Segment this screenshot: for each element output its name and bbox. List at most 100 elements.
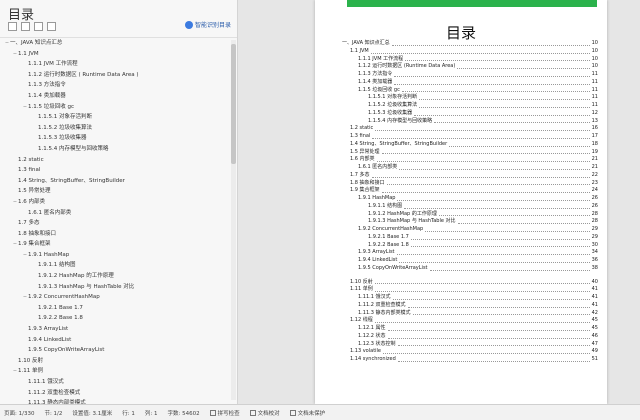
nav-item-label: 1.1.2 运行时数据区 ( Runtime Data Area ) [28, 71, 139, 78]
toc-entry[interactable]: 1.6.1 匿名内部类 21 [342, 164, 598, 172]
toc-entry[interactable]: 1.11.3 静态内部类模式 42 [342, 310, 598, 318]
nav-item[interactable]: 1.9.4 LinkedList [0, 335, 229, 346]
nav-item[interactable]: 1.11.2 双重检查模式 [0, 388, 229, 399]
toc-entry[interactable]: 1.9.1.1 结构图 26 [342, 203, 598, 211]
toc-entry[interactable]: 1.12.1 属性 45 [342, 325, 598, 333]
nav-item[interactable]: 1.5 异常处理 [0, 186, 229, 197]
nav-item[interactable]: −1.9 集合框架 [0, 239, 229, 250]
nav-item[interactable]: 1.3 final [0, 165, 229, 176]
toc-navigation-pane: 目录 智能识别目录 − 一、JAVA 知识点汇总 −1.1 JVM 1.1.1 JVM… [0, 0, 238, 404]
nav-item[interactable]: 1.7 多态 [0, 218, 229, 229]
toc-entry[interactable]: 1.1.5.2 垃圾收集算法 11 [342, 102, 598, 110]
nav-item[interactable]: 1.1.5.4 内存模型与回收策略 [0, 144, 229, 155]
nav-item[interactable]: 1.1.4 类加载器 [0, 91, 229, 102]
nav-item[interactable]: 1.1.5.1 对象存活判断 [0, 112, 229, 123]
nav-item[interactable]: −1.1.5 垃圾回收 gc [0, 102, 229, 113]
toc-entry[interactable]: 1.9 集合框架 24 [342, 187, 598, 195]
toc-entry[interactable]: 1.9.1 HashMap 26 [342, 195, 598, 203]
collapse-all-icon[interactable] [21, 22, 30, 31]
toc-entry[interactable]: 1.4 String、StringBuffer、StringBuilder 18 [342, 141, 598, 149]
toc-entry-title: 1.6 内部类 [350, 156, 375, 163]
toc-entry-page: 45 [591, 325, 598, 331]
toc-entry[interactable]: 1.9.1.3 HashMap 与 HashTable 对比 28 [342, 218, 598, 226]
toc-entry-page: 10 [591, 40, 598, 46]
nav-item-label: 1.9.1.2 HashMap 的工作原理 [38, 273, 114, 280]
nav-item[interactable]: 1.8 抽象和接口 [0, 229, 229, 240]
nav-item[interactable]: 1.6.1 匿名内部类 [0, 208, 229, 219]
toc-entry-title: 1.12.1 属性 [358, 325, 386, 331]
nav-item[interactable]: 1.1.3 方法指令 [0, 80, 229, 91]
nav-item[interactable]: 1.1.5.3 垃圾收集器 [0, 133, 229, 144]
nav-item[interactable]: 1.9.1.2 HashMap 的工作原理 [0, 271, 229, 282]
toc-entry[interactable]: 1.7 多态 22 [342, 172, 598, 180]
nav-item[interactable]: 1.1.2 运行时数据区 ( Runtime Data Area ) [0, 70, 229, 81]
toc-entry[interactable]: 1.11.1 饿汉式 41 [342, 294, 598, 302]
nav-item[interactable]: 1.9.1.1 结构图 [0, 260, 229, 271]
toc-entry[interactable]: 1.12 线程 45 [342, 317, 598, 325]
nav-item[interactable]: −1.9.1 HashMap [0, 250, 229, 261]
toc-entry[interactable]: 1.1.3 方法指令 11 [342, 71, 598, 79]
toc-entry[interactable]: 1.9.2.2 Base 1.8 30 [342, 242, 598, 250]
toc-entry[interactable]: 1.1 JVM 10 [342, 48, 598, 56]
nav-item[interactable]: −1.6 内部类 [0, 197, 229, 208]
nav-item[interactable]: 1.2 static [0, 155, 229, 166]
toc-entry[interactable]: 1.12.2 状态 46 [342, 333, 598, 341]
nav-item-label: 1.5 异常处理 [18, 188, 51, 195]
toc-entry[interactable]: 1.12.3 状态控制 47 [342, 341, 598, 349]
toc-entry[interactable]: 1.1.5.1 对象存活判断 11 [342, 94, 598, 102]
smart-toc-button[interactable]: 智能识别目录 [184, 20, 231, 29]
nav-item[interactable]: 1.11.1 饿汉式 [0, 377, 229, 388]
status-page[interactable]: 页面: 1/330 [4, 409, 34, 417]
toc-entry[interactable]: 1.8 抽象和接口 23 [342, 180, 598, 188]
nav-item[interactable]: 1.10 反射 [0, 356, 229, 367]
nav-item[interactable]: −1.11 单例 [0, 366, 229, 377]
toc-entry[interactable]: 1.11.2 双重检查模式 41 [342, 302, 598, 310]
nav-item[interactable]: 1.1.5.2 垃圾收集算法 [0, 123, 229, 134]
nav-item-label: 1.1.5.3 垃圾收集器 [38, 135, 87, 142]
nav-item[interactable]: −1.1 JVM [0, 49, 229, 60]
nav-item[interactable]: 1.9.1.3 HashMap 与 HashTable 对比 [0, 282, 229, 293]
toc-entry[interactable]: 1.9.3 ArrayList 34 [342, 249, 598, 257]
nav-item[interactable]: 1.4 String、StringBuffer、StringBuilder [0, 176, 229, 187]
toc-entry[interactable]: 1.5 异常处理 19 [342, 149, 598, 157]
level-up-icon[interactable] [34, 22, 43, 31]
toc-entry[interactable]: 1.10 反射 40 [342, 279, 598, 287]
nav-item-label: 1.1.3 方法指令 [28, 82, 66, 89]
expand-all-icon[interactable] [8, 22, 17, 31]
toc-entry[interactable]: 1.2 static 16 [342, 125, 598, 133]
level-down-icon[interactable] [47, 22, 56, 31]
nav-item[interactable]: − 一、JAVA 知识点汇总 [0, 38, 229, 49]
toc-leader-dots [405, 56, 590, 62]
toc-entry[interactable]: 1.9.5 CopyOnWriteArrayList 38 [342, 265, 598, 273]
toc-leader-dots [419, 102, 590, 108]
toc-entry[interactable]: 1.9.2 ConcurrentHashMap 29 [342, 226, 598, 234]
doc-check-item[interactable]: 文档校对 [249, 409, 280, 417]
toc-entry-page: 28 [591, 218, 598, 225]
doc-protect-item[interactable]: 文档未保护 [289, 409, 325, 417]
nav-scrollbar-thumb[interactable] [231, 44, 236, 164]
toc-entry[interactable]: 1.14 synchronized 51 [342, 356, 598, 364]
toc-entry[interactable]: 1.1.2 运行时数据区 (Runtime Data Area) 10 [342, 63, 598, 71]
nav-item[interactable]: −1.9.2 ConcurrentHashMap [0, 292, 229, 303]
toc-entry[interactable]: 1.1.4 类加载器 11 [342, 79, 598, 87]
toc-entry[interactable]: 1.3 final 17 [342, 133, 598, 141]
nav-item[interactable]: 1.1.1 JVM 工作流程 [0, 59, 229, 70]
toc-entry[interactable]: 1.9.4 LinkedList 36 [342, 257, 598, 265]
toc-entry-page: 11 [591, 94, 598, 101]
nav-item[interactable]: 1.9.3 ArrayList [0, 324, 229, 335]
toc-entry[interactable]: 1.9.2.1 Base 1.7 29 [342, 234, 598, 242]
toc-leader-dots [399, 257, 590, 263]
toc-entry[interactable]: 1.1.5.3 垃圾收集器 12 [342, 110, 598, 118]
nav-item[interactable]: 1.9.5 CopyOnWriteArrayList [0, 345, 229, 356]
toc-entry[interactable]: 1.13 volatile 49 [342, 348, 598, 356]
toc-entry-page: 42 [591, 309, 598, 316]
toc-entry[interactable]: 一、JAVA 知识点汇总 10 [342, 40, 598, 48]
toc-entry[interactable]: 1.11 单例 41 [342, 286, 598, 294]
spell-check-item[interactable]: 拼写检查 [209, 409, 240, 417]
status-word-count[interactable]: 字数: 54602 [167, 409, 199, 417]
nav-item[interactable]: 1.9.2.1 Base 1.7 [0, 303, 229, 314]
toc-entry[interactable]: 1.1.5.4 内存模型与回收策略 13 [342, 118, 598, 126]
toc-entry-title: 1.1.5.1 对象存活判断 [368, 94, 418, 101]
toc-entry[interactable]: 1.6 内部类 21 [342, 156, 598, 164]
nav-item[interactable]: 1.9.2.2 Base 1.8 [0, 313, 229, 324]
